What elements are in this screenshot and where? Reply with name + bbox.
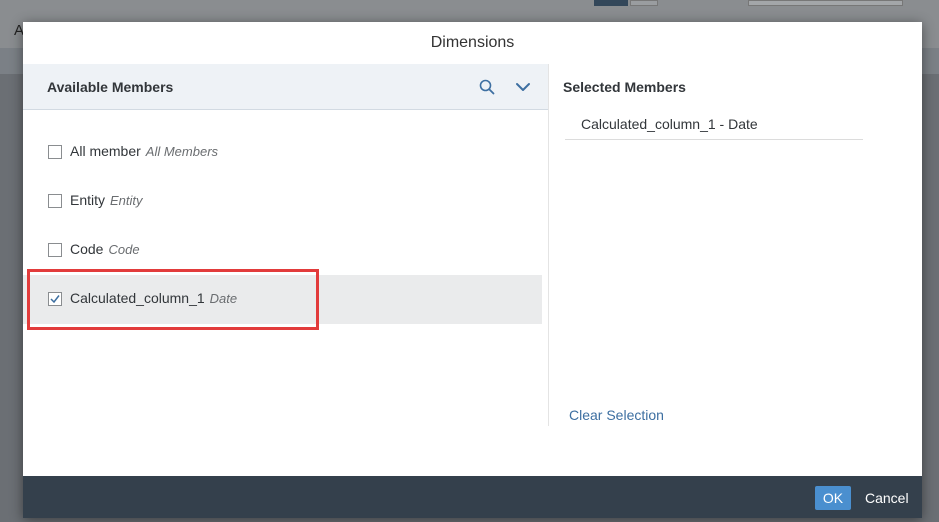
member-name: Calculated_column_1 (70, 290, 205, 306)
chevron-down-icon[interactable] (514, 78, 532, 96)
member-item-all-member[interactable]: All member All Members (23, 128, 542, 177)
available-members-title: Available Members (47, 79, 174, 95)
member-name: Entity (70, 192, 106, 208)
member-name: All member (70, 143, 141, 159)
member-item-calculated-column-1[interactable]: Calculated_column_1 Date (23, 275, 542, 324)
checkbox[interactable] (48, 194, 62, 208)
background-toggle-button-2 (630, 0, 658, 6)
selected-member-label: Calculated_column_1 - Date (581, 116, 758, 132)
available-members-header: Available Members (23, 64, 548, 110)
checkbox-checked[interactable] (48, 292, 62, 306)
search-icon[interactable] (478, 78, 496, 96)
member-description: All Members (145, 144, 219, 159)
ok-button[interactable]: OK (815, 486, 851, 510)
dialog-title: Dimensions (430, 34, 515, 51)
member-label: Code Code (70, 241, 140, 257)
member-label: Calculated_column_1 Date (70, 290, 237, 306)
background-search-field (748, 0, 903, 6)
selected-member-item[interactable]: Calculated_column_1 - Date (565, 112, 863, 140)
checkbox[interactable] (48, 145, 62, 159)
selected-members-title: Selected Members (563, 79, 686, 95)
available-members-pane: Available Members All member All Members … (23, 64, 548, 444)
member-item-code[interactable]: Code Code (23, 226, 542, 275)
member-description: Entity (110, 193, 143, 208)
member-item-entity[interactable]: Entity Entity (23, 177, 542, 226)
dimensions-dialog: Dimensions Available Members All member A… (23, 22, 922, 518)
checkmark-icon (50, 295, 60, 304)
background-toggle-button (594, 0, 628, 6)
selected-members-pane: Selected Members Calculated_column_1 - D… (549, 64, 922, 444)
cancel-button[interactable]: Cancel (865, 486, 909, 510)
dialog-footer: OK Cancel (23, 476, 922, 518)
member-description: Code (108, 242, 140, 257)
checkbox[interactable] (48, 243, 62, 257)
member-description: Date (209, 291, 238, 306)
member-name: Code (70, 241, 104, 257)
member-label: All member All Members (70, 143, 218, 159)
clear-selection-link[interactable]: Clear Selection (569, 407, 664, 423)
member-label: Entity Entity (70, 192, 143, 208)
